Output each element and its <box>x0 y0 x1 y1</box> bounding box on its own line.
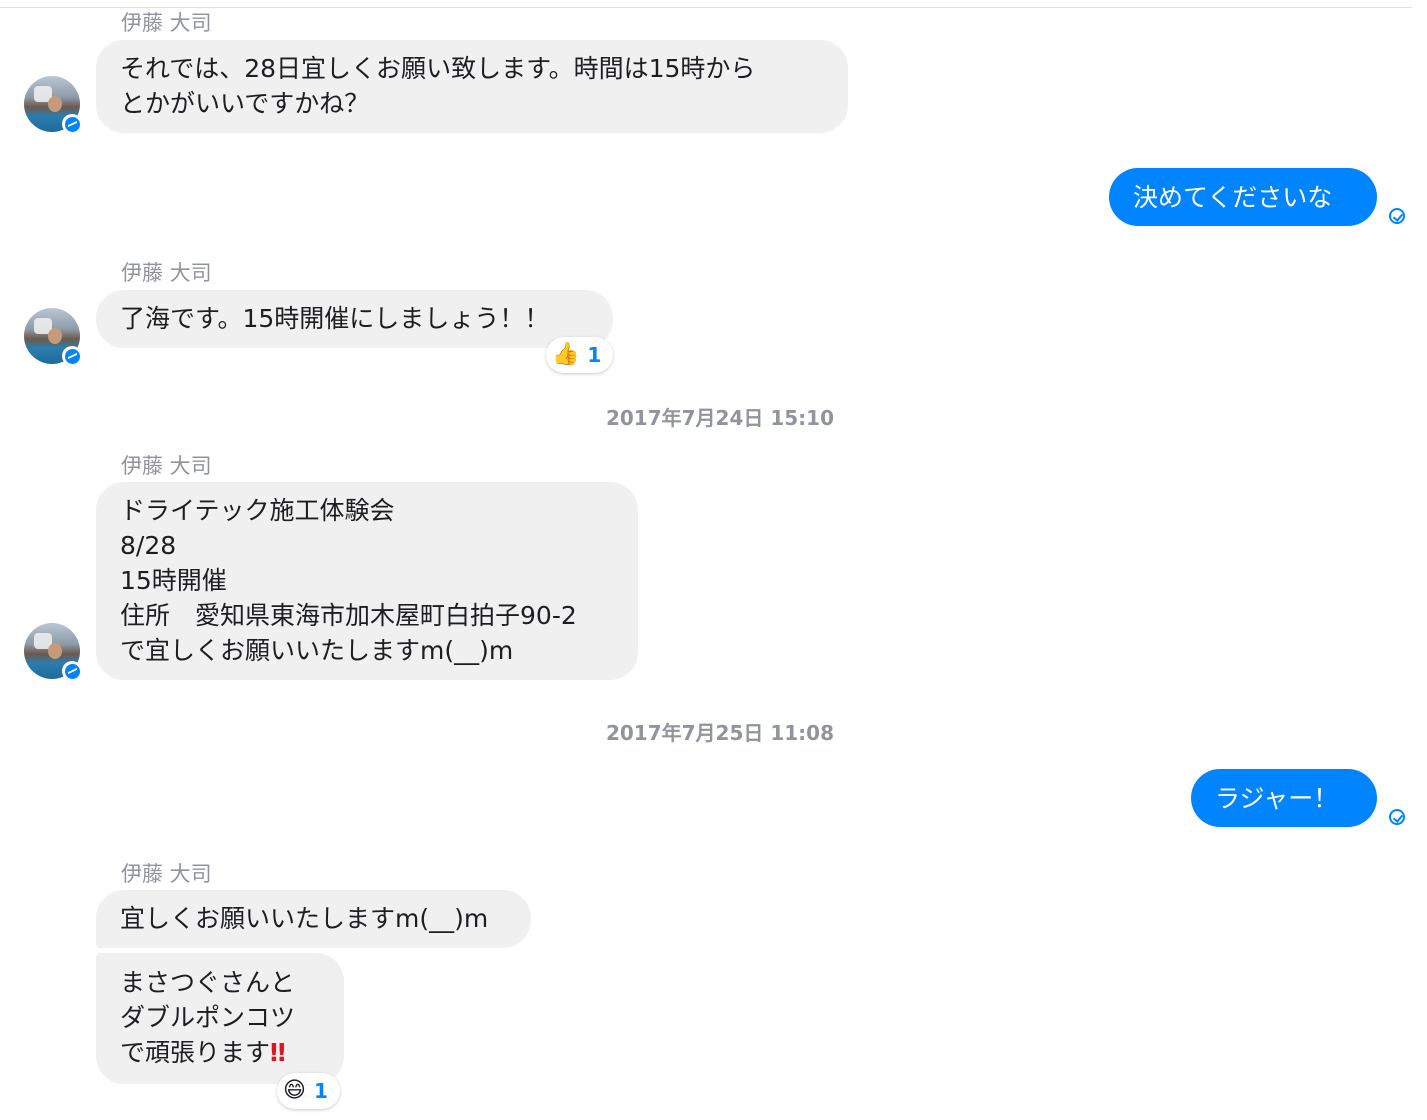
seen-check-icon <box>1389 208 1405 224</box>
sender-name: 伊藤 大司 <box>121 11 212 35</box>
outgoing-message[interactable]: 決めてくださいな <box>1109 168 1377 226</box>
reaction-count: 1 <box>587 343 602 367</box>
double-exclamation-icon: ‼ <box>270 1038 286 1067</box>
reaction-count: 1 <box>313 1079 328 1103</box>
avatar[interactable] <box>24 76 82 134</box>
incoming-message[interactable]: 了海です。15時開催にしましょう！！ <box>96 290 613 348</box>
outgoing-message[interactable]: ラジャー！ <box>1191 769 1377 827</box>
reaction-badge[interactable]: 😄 1 <box>277 1073 340 1109</box>
messenger-icon <box>62 114 82 134</box>
sender-name: 伊藤 大司 <box>121 454 212 478</box>
reaction-badge[interactable]: 👍 1 <box>546 337 614 373</box>
avatar[interactable] <box>24 623 82 681</box>
timestamp: 2017年7月24日 15:10 <box>605 406 835 430</box>
seen-check-icon <box>1389 809 1405 825</box>
top-divider <box>0 7 1412 8</box>
messenger-icon <box>62 346 82 366</box>
message-text: まさつぐさんと ダブルポンコツ で頑張ります <box>120 968 296 1067</box>
thumbs-up-icon: 👍 <box>552 342 580 367</box>
incoming-message[interactable]: それでは、28日宜しくお願い致します。時間は15時から とかがいいですかね？ <box>96 40 848 133</box>
grinning-face-icon: 😄 <box>283 1078 306 1103</box>
sender-name: 伊藤 大司 <box>121 261 212 285</box>
messenger-icon <box>62 661 82 681</box>
incoming-message[interactable]: ドライテック施工体験会 8/28 15時開催 住所 愛知県東海市加木屋町白拍子9… <box>96 482 638 680</box>
timestamp: 2017年7月25日 11:08 <box>605 721 835 745</box>
avatar[interactable] <box>24 308 82 366</box>
incoming-message[interactable]: 宜しくお願いいたしますm(__)m <box>96 890 531 948</box>
incoming-message[interactable]: まさつぐさんと ダブルポンコツ で頑張ります‼ <box>96 953 344 1084</box>
sender-name: 伊藤 大司 <box>121 862 212 886</box>
